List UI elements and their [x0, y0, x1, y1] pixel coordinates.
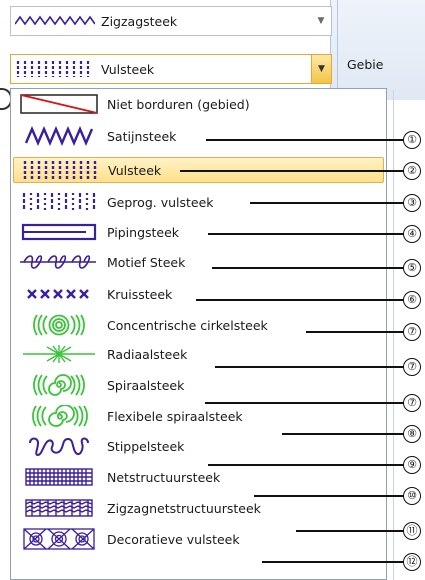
list-item-radial[interactable]: Radiaalsteek: [13, 341, 384, 367]
callout-number: ①: [403, 131, 421, 149]
list-item-net[interactable]: Netstructuursteek: [13, 464, 384, 490]
concentric-circle-icon: [17, 313, 101, 337]
callout-leader: [208, 464, 404, 466]
callout-number: ④: [403, 225, 421, 243]
callout-number: ⑨: [403, 456, 421, 474]
callout-number: ⑦: [403, 394, 421, 412]
stitch-type-combo-top[interactable]: Zigzagsteek ▼: [10, 6, 332, 36]
item-label: Motief Steek: [107, 254, 188, 270]
callout-leader: [205, 402, 404, 404]
callout-leader: [306, 331, 404, 333]
callout-leader: [262, 561, 404, 563]
callout-leader: [215, 366, 404, 368]
satin-stitch-icon: [17, 124, 101, 148]
stippling-stitch-icon: [17, 434, 101, 458]
motif-stitch-icon: [17, 250, 101, 274]
panel-divider: [337, 0, 338, 100]
item-label: Kruissteek: [107, 286, 175, 302]
property-panel: Gebie: [330, 0, 425, 100]
callout-leader: [250, 202, 404, 204]
item-label: Concentrische cirkelsteek: [107, 317, 270, 333]
list-item-flexible-spiral[interactable]: Flexibele spiraalsteek: [13, 403, 384, 429]
zigzag-net-icon: [17, 496, 101, 520]
flexible-spiral-icon: [17, 404, 101, 428]
list-item-motif[interactable]: Motief Steek: [13, 249, 384, 275]
callout-number: ⑥: [403, 291, 421, 309]
list-item-concentric[interactable]: Concentrische cirkelsteek: [13, 312, 384, 338]
spiral-stitch-icon: [17, 373, 101, 397]
decorative-fill-icon: [17, 527, 101, 551]
callout-number: ⑪: [403, 522, 421, 540]
list-item-stippling[interactable]: Stippelsteek: [13, 433, 384, 459]
callout-number: ⑦: [403, 323, 421, 341]
list-item-no-sew[interactable]: Niet borduren (gebied): [13, 91, 384, 117]
panel-label: Gebie: [347, 57, 384, 72]
list-item-spiral[interactable]: Spiraalsteek: [13, 372, 384, 398]
cross-stitch-icon: [17, 282, 101, 306]
callout-guide: [393, 90, 394, 580]
callout-leader: [296, 530, 404, 532]
item-label: Netstructuursteek: [107, 469, 223, 485]
piping-stitch-icon: [17, 220, 101, 244]
callout-number: ⑩: [403, 487, 421, 505]
item-label: Vulsteek: [108, 162, 162, 178]
callout-leader: [254, 495, 404, 497]
callout-number: ③: [403, 194, 421, 212]
item-label: Satijnsteek: [107, 128, 179, 144]
no-sew-area-icon: [17, 92, 101, 116]
fill-stitch-icon: [15, 58, 97, 80]
item-label: Niet borduren (gebied): [107, 96, 252, 112]
programmed-fill-icon: [17, 190, 101, 214]
list-item-cross[interactable]: Kruissteek: [13, 281, 384, 307]
callout-number: ⑤: [403, 259, 421, 277]
callout-leader: [196, 299, 404, 301]
callout-leader: [208, 233, 404, 235]
callout-leader: [206, 139, 404, 141]
item-label: Stippelsteek: [107, 438, 187, 454]
callout-number: ②: [403, 162, 421, 180]
callout-leader: [212, 267, 404, 269]
item-label: Zigzagnetstructuursteek: [107, 500, 263, 516]
stitch-type-dropdown: Niet borduren (gebied) Satijnsteek Vulst…: [10, 88, 387, 580]
callout-number: ⑧: [403, 425, 421, 443]
combo-current-label: Vulsteek: [101, 61, 155, 77]
item-label: Flexibele spiraalsteek: [107, 408, 245, 424]
net-structure-icon: [17, 465, 101, 489]
radial-stitch-icon: [17, 342, 101, 366]
stitch-type-combo-current[interactable]: Vulsteek ▼: [10, 54, 332, 84]
list-item-piping[interactable]: Pipingsteek: [13, 219, 384, 245]
item-label: Radiaalsteek: [107, 346, 190, 362]
item-label: Spiraalsteek: [107, 377, 187, 393]
list-item-zigzag-net[interactable]: Zigzagnetstructuursteek: [13, 495, 384, 521]
callout-leader: [282, 433, 404, 435]
chevron-down-icon[interactable]: ▼: [311, 7, 331, 35]
fill-stitch-icon: [18, 158, 102, 182]
item-label: Pipingsteek: [107, 224, 182, 240]
zigzag-stitch-icon: [15, 10, 97, 32]
combo-top-label: Zigzagsteek: [101, 13, 178, 29]
callout-number: ⑦: [403, 358, 421, 376]
list-item-satin[interactable]: Satijnsteek: [13, 123, 384, 149]
chevron-down-icon[interactable]: ▼: [311, 55, 331, 83]
item-label: Geprog. vulsteek: [107, 194, 216, 210]
callout-number: ⑫: [403, 553, 421, 571]
callout-leader: [180, 170, 404, 172]
item-label: Decoratieve vulsteek: [107, 531, 242, 547]
